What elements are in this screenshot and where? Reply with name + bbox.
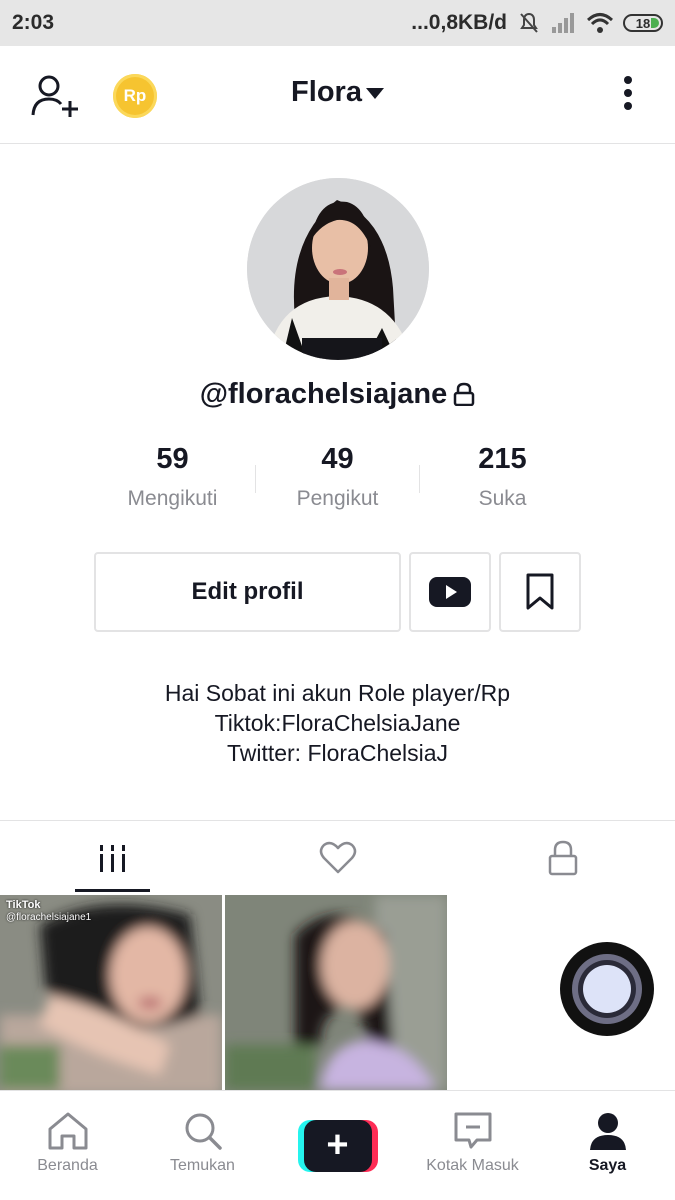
nav-discover[interactable]: Temukan bbox=[135, 1091, 270, 1200]
status-indicators: ...0,8KB/d 18 bbox=[411, 11, 663, 35]
nav-inbox-label: Kotak Masuk bbox=[426, 1157, 519, 1174]
private-account-lock-icon bbox=[454, 382, 475, 406]
following-label: Mengikuti bbox=[127, 487, 218, 510]
search-icon bbox=[185, 1113, 222, 1150]
edit-profile-button[interactable]: Edit profil bbox=[94, 552, 401, 632]
youtube-icon bbox=[429, 577, 471, 607]
more-vertical-icon[interactable] bbox=[620, 76, 636, 116]
likes-count: 215 bbox=[478, 443, 527, 475]
nav-create[interactable]: + bbox=[270, 1091, 405, 1200]
notifications-muted-icon bbox=[520, 12, 538, 33]
heart-icon bbox=[319, 841, 356, 874]
profile-stats: 59 Mengikuti 49 Pengikut 215 Suka bbox=[90, 443, 585, 523]
nav-inbox[interactable]: Kotak Masuk bbox=[405, 1091, 540, 1200]
network-speed: ...0,8KB/d bbox=[411, 11, 507, 34]
stat-following[interactable]: 59 Mengikuti bbox=[90, 443, 255, 523]
tab-videos[interactable] bbox=[0, 821, 225, 895]
avatar[interactable] bbox=[247, 178, 429, 360]
youtube-button[interactable] bbox=[409, 552, 491, 632]
wifi-icon bbox=[587, 13, 613, 33]
create-plus-icon: + bbox=[297, 1120, 378, 1172]
inbox-icon bbox=[454, 1112, 491, 1149]
tab-private[interactable] bbox=[450, 821, 675, 895]
home-icon bbox=[48, 1112, 87, 1150]
bookmark-icon bbox=[526, 573, 554, 610]
nav-profile[interactable]: Saya bbox=[540, 1091, 675, 1200]
stat-followers[interactable]: 49 Pengikut bbox=[255, 443, 420, 523]
bottom-navigation: Beranda Temukan + Kotak Masuk Saya bbox=[0, 1090, 675, 1200]
status-bar: 2:03 ...0,8KB/d 18 bbox=[0, 0, 675, 46]
battery-icon: 18 bbox=[623, 14, 663, 32]
nav-profile-label: Saya bbox=[588, 1157, 627, 1174]
assistive-touch-button[interactable] bbox=[560, 942, 654, 1036]
following-count: 59 bbox=[156, 443, 189, 475]
account-name: Flora bbox=[291, 76, 362, 108]
bio-line: Twitter: FloraChelsiaJ bbox=[226, 740, 449, 766]
video-thumbnail[interactable]: TikTok @florachelsiajane1 bbox=[0, 895, 222, 1090]
followers-label: Pengikut bbox=[296, 487, 379, 510]
profile-header: Rp Flora bbox=[0, 46, 675, 144]
watermark-brand: TikTok bbox=[6, 899, 41, 911]
content-tabs bbox=[0, 820, 675, 895]
caret-down-icon bbox=[365, 87, 384, 99]
active-tab-indicator bbox=[75, 889, 150, 892]
signal-icon bbox=[552, 13, 574, 33]
status-time: 2:03 bbox=[12, 11, 55, 34]
video-thumbnail[interactable] bbox=[225, 895, 447, 1090]
bio-line: Hai Sobat ini akun Role player/Rp bbox=[164, 680, 511, 706]
nav-home-label: Beranda bbox=[37, 1157, 98, 1174]
lock-icon bbox=[548, 840, 577, 876]
bookmark-button[interactable] bbox=[499, 552, 581, 632]
username-text: @florachelsiajane bbox=[199, 378, 448, 410]
bio-line: Tiktok:FloraChelsiaJane bbox=[214, 710, 461, 736]
videos-grid-icon bbox=[99, 845, 125, 872]
battery-level: 18 bbox=[635, 15, 651, 31]
likes-label: Suka bbox=[478, 487, 527, 510]
profile-icon bbox=[589, 1113, 626, 1150]
nav-home[interactable]: Beranda bbox=[0, 1091, 135, 1200]
stat-likes[interactable]: 215 Suka bbox=[420, 443, 585, 523]
watermark-user: @florachelsiajane1 bbox=[6, 912, 92, 923]
profile-bio: Hai Sobat ini akun Role player/Rp Tiktok… bbox=[0, 678, 675, 768]
tab-liked[interactable] bbox=[225, 821, 450, 895]
followers-count: 49 bbox=[321, 443, 354, 475]
nav-discover-label: Temukan bbox=[170, 1157, 235, 1174]
username: @florachelsiajane bbox=[0, 378, 675, 411]
account-switcher[interactable]: Flora bbox=[0, 76, 675, 109]
